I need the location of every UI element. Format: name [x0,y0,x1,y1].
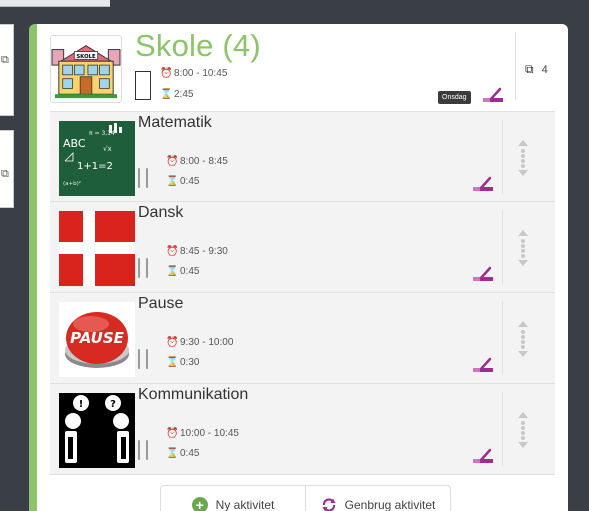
activity-marker [138,168,148,188]
background-card[interactable]: ⧉ [0,130,14,208]
activity-time-range: ⏰ 8:00 - 8:45 [166,156,228,167]
schedule-header: SKOLE Skole (4) ⏰ 8:00 - 10:45 ⌛ 2:45 On… [37,24,568,108]
edit-icon[interactable] [473,357,493,373]
hourglass-icon: ⌛ [166,266,179,277]
drag-handle-icon[interactable] [518,412,528,448]
new-activity-label: Ny aktivitet [215,498,275,511]
alarm-clock-icon: ⏰ [166,246,179,257]
danish-flag-image [59,211,135,286]
copy-icon[interactable]: ⧉ [525,62,534,77]
header-divider [515,32,516,100]
schedule-card: SKOLE Skole (4) ⏰ 8:00 - 10:45 ⌛ 2:45 On… [29,24,568,511]
edit-icon[interactable] [473,176,493,192]
activity-duration-text: 0:45 [180,448,200,459]
activity-duration-text: 0:45 [180,266,200,277]
communication-image: ! ? [59,393,135,468]
activity-time-range-text: 9:30 - 10:00 [180,337,234,348]
new-activity-button[interactable]: + Ny aktivitet [161,486,305,511]
hourglass-icon: ⌛ [166,448,179,459]
header-time-range: ⏰ 8:00 - 10:45 [160,68,227,79]
pause-button-text: PAUSE [70,329,125,347]
activity-marker [138,349,148,369]
activity-duration: ⌛ 0:45 [166,176,199,187]
activity-duration-text: 0:30 [180,357,200,368]
drag-handle-icon[interactable] [518,230,528,266]
alarm-clock-icon: ⏰ [160,68,173,79]
recycle-icon [322,498,336,511]
activity-duration-text: 0:45 [180,176,200,187]
header-duration: ⌛ 2:45 [160,89,193,100]
header-select-box[interactable] [135,71,151,100]
activity-actions: + Ny aktivitet Genbrug aktivitet [160,485,451,511]
copy-icon: ⧉ [1,167,9,180]
activity-divider [502,392,503,466]
activity-time-range: ⏰ 8:45 - 9:30 [166,246,228,257]
activity-item-dansk[interactable]: Dansk ⏰ 8:45 - 9:30 ⌛ 0:45 [50,202,555,293]
header-duration-text: 2:45 [174,89,194,100]
activity-time-range-text: 8:00 - 8:45 [180,156,228,167]
activity-item-pause[interactable]: PAUSE Pause ⏰ 9:30 - 10:00 ⌛ 0:30 [50,293,555,384]
alarm-clock-icon: ⏰ [166,428,179,439]
reuse-activity-label: Genbrug aktivitet [344,498,436,511]
activity-title: Dansk [138,204,184,221]
header-time-range-text: 8:00 - 10:45 [174,68,228,79]
day-badge: Onsdag [438,91,471,104]
activity-time-range-text: 8:45 - 9:30 [180,246,228,257]
activity-title: Pause [138,295,184,312]
activity-time-range: ⏰ 10:00 - 10:45 [166,428,239,439]
alarm-clock-icon: ⏰ [166,156,179,167]
activity-count: ⧉ 4 [525,62,548,77]
activity-time-range-text: 10:00 - 10:45 [180,428,239,439]
pause-button-image: PAUSE [59,302,135,377]
drag-handle-icon[interactable] [518,140,528,176]
schedule-title: Skole (4) [135,28,261,63]
board-text: 1+1=2 [77,161,113,172]
svg-text:?: ? [110,399,116,410]
edit-icon[interactable] [473,448,493,464]
svg-text:!: ! [79,399,84,410]
activity-marker [138,258,148,278]
activity-duration: ⌛ 0:45 [166,448,199,459]
hourglass-icon: ⌛ [166,176,179,187]
board-text: (a+b)² [63,180,81,187]
edit-icon[interactable] [473,266,493,282]
activity-title: Kommunikation [138,386,249,403]
activity-count-text: 4 [541,63,548,76]
hourglass-icon: ⌛ [166,357,179,368]
activity-duration: ⌛ 0:45 [166,266,199,277]
activity-marker [138,440,148,460]
activity-divider [502,120,503,194]
blackboard-image: ABC π = 3,14 1+1=2 √x (a+b)² [59,121,135,196]
activity-list: ABC π = 3,14 1+1=2 √x (a+b)² Matematik ⏰… [50,111,555,475]
board-text: ABC [63,137,86,150]
school-building-image[interactable]: SKOLE [50,35,122,103]
activity-time-range: ⏰ 9:30 - 10:00 [166,337,233,348]
school-sign-text: SKOLE [76,54,96,60]
activity-item-kommunikation[interactable]: ! ? Kommunikation ⏰ 10:00 - 10:45 ⌛ 0:45 [50,384,555,475]
activity-item-matematik[interactable]: ABC π = 3,14 1+1=2 √x (a+b)² Matematik ⏰… [50,111,555,202]
alarm-clock-icon: ⏰ [166,337,179,348]
activity-divider [502,210,503,284]
plus-circle-icon: + [191,497,208,511]
board-text: √x [103,145,112,153]
activity-divider [502,301,503,375]
activity-duration: ⌛ 0:30 [166,357,199,368]
background-card[interactable]: ⧉ [0,24,14,116]
background-tab-strip [0,0,110,7]
edit-icon[interactable] [483,87,503,103]
hourglass-icon: ⌛ [160,89,173,100]
copy-icon: ⧉ [1,53,9,66]
reuse-activity-button[interactable]: Genbrug aktivitet [305,486,450,511]
activity-title: Matematik [138,114,212,131]
drag-handle-icon[interactable] [518,321,528,357]
